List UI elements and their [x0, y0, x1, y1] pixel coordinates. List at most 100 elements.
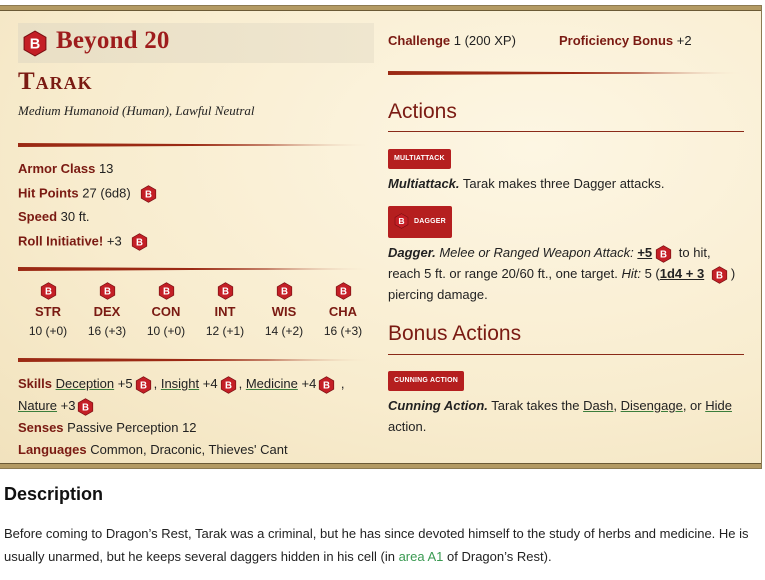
- ability-dex: DEX 16 (+3): [79, 282, 135, 338]
- roll-dagger-damage-icon[interactable]: [711, 266, 728, 284]
- ability-int: INT 12 (+1): [197, 282, 253, 338]
- bonus-actions-title: Bonus Actions: [388, 322, 522, 345]
- skill-nature-link[interactable]: Nature: [18, 398, 57, 413]
- skill-bonus: +5: [117, 376, 133, 391]
- action-name: Multiattack.: [388, 176, 460, 191]
- skills-line: Skills Deception +5, Insight +4, Medicin…: [18, 373, 374, 417]
- languages-value: Common, Draconic, Thieves' Cant: [90, 442, 288, 457]
- skill-deception-link[interactable]: Deception: [56, 376, 115, 391]
- roll-initiative-value: +3: [106, 233, 122, 249]
- speed: Speed 30 ft.: [18, 209, 90, 224]
- skills-block: Skills Deception +5, Insight +4, Medicin…: [18, 373, 374, 461]
- ability-value: 16 (+3): [323, 324, 363, 338]
- roll-initiative-label: Roll Initiative!: [18, 233, 104, 249]
- dash-link[interactable]: Dash: [583, 398, 613, 413]
- roll-dex-icon[interactable]: [99, 282, 116, 300]
- beyond20-logo-icon: [22, 30, 48, 57]
- dagger-roll-label: Dagger: [414, 218, 446, 225]
- senses-label: Senses: [18, 420, 64, 435]
- challenge-label: Challenge: [388, 33, 451, 48]
- ability-value: 16 (+3): [87, 324, 127, 338]
- languages-label: Languages: [18, 442, 87, 457]
- action-text: Tarak makes three Dagger attacks.: [462, 176, 665, 191]
- ability-str: STR 10 (+0): [20, 282, 76, 338]
- hit-points-label: Hit Points: [18, 185, 79, 201]
- skill-insight-link[interactable]: Insight: [161, 376, 199, 391]
- senses-line: Senses Passive Perception 12: [18, 417, 374, 439]
- attack-bonus: +5: [637, 245, 653, 260]
- roll-hp-icon[interactable]: [140, 185, 157, 203]
- damage-type: piercing damage.: [388, 287, 488, 302]
- attack-type: Melee or Ranged Weapon Attack:: [439, 245, 634, 260]
- bonus-actions-rule: [388, 354, 744, 355]
- roll-str-icon[interactable]: [40, 282, 57, 300]
- divider: [18, 267, 374, 271]
- cunning-action-roll-button[interactable]: Cunning Action: [388, 371, 464, 391]
- roll-dagger-attack-icon[interactable]: [655, 245, 672, 263]
- to-hit-text: to hit,: [678, 245, 711, 260]
- divider: [18, 358, 374, 362]
- multiattack-roll-button[interactable]: Multiattack: [388, 149, 451, 169]
- damage-dice: 1d4 + 3: [659, 266, 705, 281]
- challenge-value: 1 (200 XP): [453, 33, 516, 48]
- ability-name: STR: [35, 304, 61, 319]
- languages-line: Languages Common, Draconic, Thieves' Can…: [18, 439, 374, 461]
- actions-title: Actions: [388, 100, 457, 123]
- or-text: , or: [682, 398, 702, 413]
- roll-medicine-icon[interactable]: [318, 376, 335, 394]
- reach-text: reach 5 ft. or range 20/60 ft., one targ…: [388, 266, 618, 281]
- ability-value: 10 (+0): [146, 324, 186, 338]
- roll-initiative-icon[interactable]: [131, 233, 148, 251]
- proficiency-bonus: Proficiency Bonus +2: [559, 33, 692, 48]
- senses-value: Passive Perception 12: [67, 420, 197, 435]
- hit-label: Hit:: [621, 266, 641, 281]
- ability-name: WIS: [271, 304, 297, 319]
- description-part-2: of Dragon’s Rest).: [447, 549, 552, 564]
- challenge: Challenge 1 (200 XP): [388, 33, 516, 48]
- dagger-roll-button[interactable]: Dagger: [388, 206, 452, 238]
- area-a1-link[interactable]: area A1: [399, 549, 444, 564]
- skill-medicine-link[interactable]: Medicine: [246, 376, 298, 391]
- roll-nature-icon[interactable]: [77, 398, 94, 416]
- ability-name: CON: [151, 304, 181, 319]
- armor-class-value: 13: [98, 161, 114, 176]
- skill-bonus: +4: [301, 376, 317, 391]
- ability-value: 14 (+2): [264, 324, 304, 338]
- dagger-action: Dagger. Melee or Ranged Weapon Attack: +…: [388, 245, 736, 302]
- skills-label: Skills: [18, 376, 52, 391]
- speed-label: Speed: [18, 209, 58, 224]
- ability-name: INT: [214, 304, 236, 319]
- roll-insight-icon[interactable]: [220, 376, 237, 394]
- action-name: Dagger.: [388, 245, 436, 260]
- roll-wis-icon[interactable]: [276, 282, 293, 300]
- hit-points: Hit Points 27 (6d8): [18, 185, 157, 203]
- armor-class: Armor Class 13: [18, 161, 113, 176]
- monster-name: Tarak: [18, 68, 93, 95]
- roll-cha-icon[interactable]: [335, 282, 352, 300]
- divider: [18, 143, 374, 147]
- speed-value: 30 ft.: [60, 209, 90, 224]
- beyond20-header: Beyond 20: [18, 23, 374, 63]
- ability-value: 10 (+0): [28, 324, 68, 338]
- roll-con-icon[interactable]: [158, 282, 175, 300]
- ability-con: CON 10 (+0): [138, 282, 194, 338]
- roll-deception-icon[interactable]: [135, 376, 152, 394]
- description-part-1: Before coming to Dragon’s Rest, Tarak wa…: [4, 526, 749, 564]
- damage-average: 5: [644, 266, 652, 281]
- roll-int-icon[interactable]: [217, 282, 234, 300]
- proficiency-label: Proficiency Bonus: [559, 33, 674, 48]
- divider: [388, 71, 744, 75]
- statblock-card: Beyond 20 Tarak Medium Humanoid (Human),…: [0, 6, 761, 468]
- ability-cha: CHA 16 (+3): [315, 282, 371, 338]
- skill-bonus: +4: [202, 376, 218, 391]
- ability-name: DEX: [93, 304, 121, 319]
- ability-name: CHA: [328, 304, 358, 319]
- ability-value: 12 (+1): [205, 324, 245, 338]
- disengage-link[interactable]: Disengage: [621, 398, 683, 413]
- ability-scores: STR 10 (+0) DEX 16 (+3) CON 10 (+0) INT …: [18, 282, 374, 342]
- armor-class-label: Armor Class: [18, 161, 96, 176]
- multiattack-action: Multiattack. Tarak makes three Dagger at…: [388, 173, 744, 194]
- action-text: action.: [388, 419, 427, 434]
- description-heading: Description: [4, 484, 104, 504]
- hide-link[interactable]: Hide: [705, 398, 732, 413]
